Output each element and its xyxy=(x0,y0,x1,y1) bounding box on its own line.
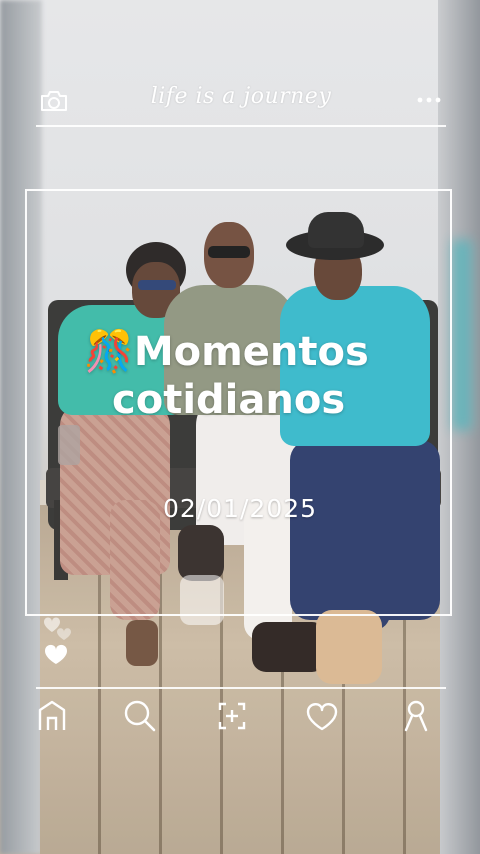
profile-icon[interactable] xyxy=(396,696,436,736)
top-bar: life is a journey xyxy=(36,78,446,124)
more-dots-icon[interactable] xyxy=(416,96,442,104)
heart-icon xyxy=(45,644,67,664)
header-title: life is a journey xyxy=(150,84,332,109)
small-heart-icon xyxy=(57,628,71,640)
heading-line-1: Momentos xyxy=(133,329,369,375)
heading-line-2: cotidianos xyxy=(112,377,346,423)
add-post-icon[interactable] xyxy=(212,696,252,736)
confetti-emoji: 🎊 xyxy=(84,329,134,375)
bottom-divider xyxy=(36,687,446,689)
post-date: 02/01/2025 xyxy=(162,494,318,523)
post-heading: 🎊Momentos cotidianos xyxy=(84,328,414,424)
top-divider xyxy=(36,125,446,127)
bottom-nav xyxy=(30,696,450,740)
heart-icon[interactable] xyxy=(302,696,342,736)
reaction-hearts[interactable] xyxy=(40,608,80,670)
search-icon[interactable] xyxy=(120,696,160,736)
home-icon[interactable] xyxy=(32,696,72,736)
